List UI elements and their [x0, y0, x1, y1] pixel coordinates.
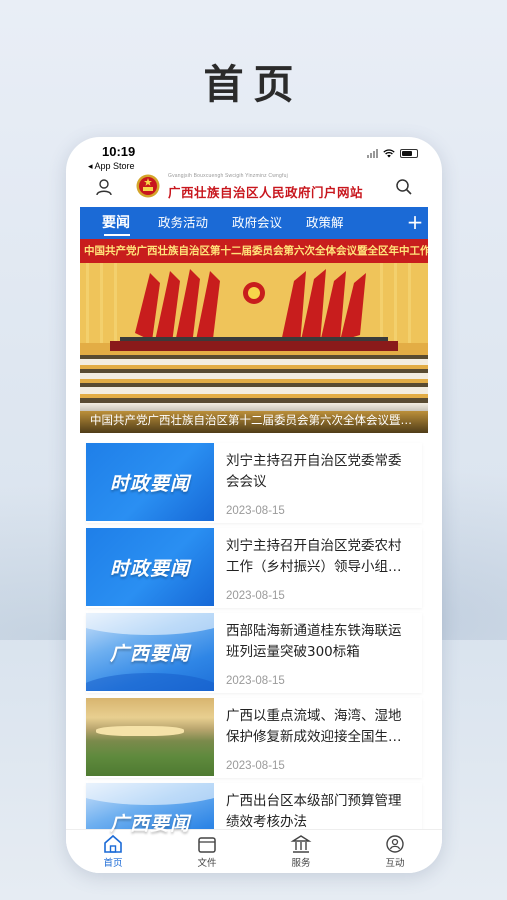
list-item[interactable]: 时政要闻 刘宁主持召开自治区党委常委会会议 2023-08-15: [86, 443, 422, 523]
thumbnail-label: 时政要闻: [109, 557, 190, 580]
news-title: 刘宁主持召开自治区党委常委会会议: [226, 453, 402, 490]
nav-service[interactable]: 服务: [254, 830, 348, 873]
news-title: 广西出台区本级部门预算管理绩效考核办法: [226, 793, 402, 830]
news-thumbnail-photo: [86, 698, 214, 776]
phone-screen: 10:19 ◂ App Store Gvangjsih Bouxcuengh S…: [66, 137, 442, 873]
news-thumbnail: 时政要闻: [86, 443, 214, 521]
signal-icon: [367, 149, 378, 158]
banner-caption: 中国共产党广西壮族自治区第十二届委员会第六次全体会议暨全区年中工作会议: [80, 403, 428, 433]
river-shape: [96, 726, 184, 736]
wifi-icon: [383, 149, 395, 158]
battery-icon: [400, 149, 418, 158]
list-item[interactable]: 广西以重点流域、海湾、湿地保护修复新成效迎接全国生态日 2023-08-15: [86, 698, 422, 778]
news-date: 2023-08-15: [226, 505, 285, 517]
news-date: 2023-08-15: [226, 675, 285, 687]
tab-yaowen[interactable]: 要闻: [80, 207, 146, 239]
nav-home[interactable]: 首页: [66, 830, 160, 873]
site-header: Gvangjsih Bouxcuengh Swcigih Yinzminz Cw…: [66, 173, 442, 207]
folder-icon: [198, 837, 216, 853]
category-tabs: 要闻 政务活动 政府会议 政策解 +: [80, 207, 428, 239]
news-info: 刘宁主持召开自治区党委常委会会议 2023-08-15: [214, 443, 422, 523]
tab-zhengce-jiedu[interactable]: 政策解: [294, 207, 356, 239]
thumbnail-label: 广西要闻: [109, 812, 190, 835]
site-title: 广西壮族自治区人民政府门户网站: [168, 185, 364, 200]
back-to-app-store[interactable]: ◂ App Store: [88, 161, 135, 172]
news-title: 西部陆海新通道桂东铁海联运班列运量突破300标箱: [226, 623, 402, 660]
list-item[interactable]: 广西要闻 西部陆海新通道桂东铁海联运班列运量突破300标箱 2023-08-15: [86, 613, 422, 693]
list-item[interactable]: 时政要闻 刘宁主持召开自治区党委农村工作（乡村振兴）领导小组会议 2023-08…: [86, 528, 422, 608]
chat-person-icon: [386, 835, 404, 853]
news-info: 刘宁主持召开自治区党委农村工作（乡村振兴）领导小组会议 2023-08-15: [214, 528, 422, 608]
thumbnail-label: 广西要闻: [109, 642, 190, 665]
bottom-navigation: 首页 文件 服务 互动: [66, 829, 442, 873]
featured-banner[interactable]: 中国共产党广西壮族自治区第十二届委员会第六次全体会议暨全区年中工作会议 中国共产…: [80, 239, 428, 433]
service-building-icon: [290, 835, 312, 853]
nav-label-home: 首页: [103, 858, 123, 869]
user-icon[interactable]: [94, 177, 114, 197]
status-time: 10:19: [102, 144, 136, 159]
nav-interaction[interactable]: 互动: [348, 830, 442, 873]
site-subtitle: Gvangjsih Bouxcuengh Swcigih Yinzminz Cw…: [168, 173, 288, 179]
nav-label-files: 文件: [197, 858, 217, 869]
news-info: 广西以重点流域、海湾、湿地保护修复新成效迎接全国生态日 2023-08-15: [214, 698, 422, 778]
status-bar: 10:19 ◂ App Store: [66, 137, 442, 173]
news-list: 时政要闻 刘宁主持召开自治区党委常委会会议 2023-08-15 时政要闻 刘宁…: [86, 443, 422, 868]
search-icon[interactable]: [394, 177, 414, 197]
news-title: 广西以重点流域、海湾、湿地保护修复新成效迎接全国生态日: [226, 708, 402, 745]
news-date: 2023-08-15: [226, 590, 285, 602]
news-thumbnail: 时政要闻: [86, 528, 214, 606]
nav-label-interaction: 互动: [385, 858, 405, 869]
news-thumbnail: 广西要闻: [86, 613, 214, 691]
news-title: 刘宁主持召开自治区党委农村工作（乡村振兴）领导小组会议: [226, 538, 402, 575]
tab-zhengfu-huiyi[interactable]: 政府会议: [220, 207, 294, 239]
nav-files[interactable]: 文件: [160, 830, 254, 873]
thumbnail-label: 时政要闻: [109, 472, 190, 495]
banner-red-title: 中国共产党广西壮族自治区第十二届委员会第六次全体会议暨全区年中工作会议: [80, 239, 428, 263]
nav-label-service: 服务: [291, 858, 311, 869]
add-tab-icon[interactable]: +: [402, 207, 428, 239]
page-headline: 首页: [203, 61, 304, 108]
national-emblem-icon: [136, 174, 160, 198]
status-icons: [367, 149, 418, 158]
tab-zhengwu-huodong[interactable]: 政务活动: [146, 207, 220, 239]
news-date: 2023-08-15: [226, 760, 285, 772]
news-info: 西部陆海新通道桂东铁海联运班列运量突破300标箱 2023-08-15: [214, 613, 422, 693]
home-icon: [104, 834, 122, 853]
